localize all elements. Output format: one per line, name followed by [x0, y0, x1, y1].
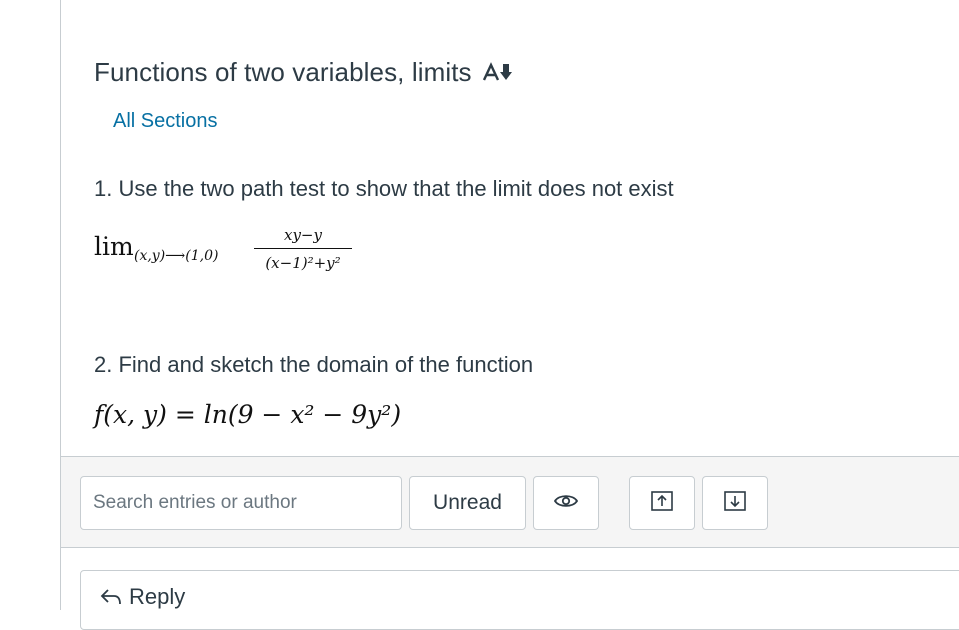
sections-link[interactable]: All Sections: [113, 110, 218, 133]
unread-button[interactable]: Unread: [409, 476, 526, 530]
fraction-denominator: (x−1)²+y²: [265, 254, 341, 272]
limit-subscript: (x,y)⟶(1,0): [134, 248, 219, 264]
discussion-toolbar: Unread: [61, 456, 959, 548]
reply-button[interactable]: Reply: [99, 584, 185, 610]
arrow-up-icon: [651, 490, 673, 516]
unread-label: Unread: [433, 491, 502, 514]
text-sort-icon[interactable]: [482, 62, 512, 82]
arrow-down-icon: [724, 490, 746, 516]
expand-button[interactable]: [629, 476, 695, 530]
collapse-button[interactable]: [702, 476, 768, 530]
reply-icon: [99, 587, 123, 607]
page-title: Functions of two variables, limits: [94, 56, 472, 87]
limit-fraction: xy−y (x−1)²+y²: [254, 224, 352, 273]
topic-header: Functions of two variables, limits: [94, 55, 512, 89]
mark-read-button[interactable]: [533, 476, 599, 530]
question-1: 1. Use the two path test to show that th…: [94, 176, 674, 201]
eye-icon: [553, 493, 579, 514]
reply-label: Reply: [129, 584, 186, 609]
question-2: 2. Find and sketch the domain of the fun…: [94, 352, 534, 377]
fraction-numerator: xy−y: [284, 226, 322, 244]
limit-word: lim: [94, 232, 134, 261]
reply-card: Reply: [80, 570, 959, 630]
fraction-bar: [254, 248, 352, 249]
function-expression: f(x, y) = ln(9 − x² − 9y²): [94, 400, 402, 429]
search-input[interactable]: [80, 476, 402, 530]
